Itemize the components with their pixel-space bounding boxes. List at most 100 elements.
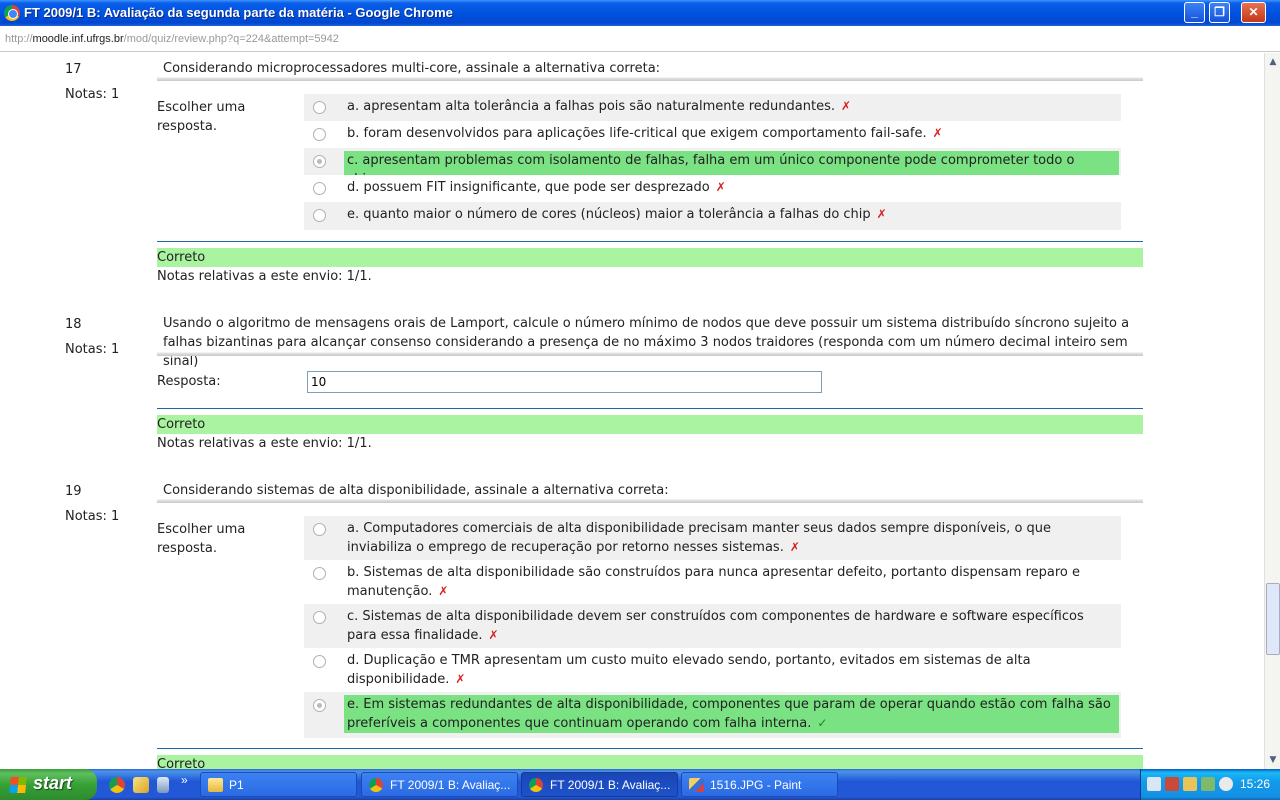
check-mark-icon: ✓ — [817, 716, 828, 730]
answer-option[interactable]: d. Duplicação e TMR apresentam um custo … — [304, 648, 1121, 692]
folder-icon — [208, 778, 223, 792]
answer-radio[interactable] — [313, 209, 326, 222]
answer-label[interactable]: a. apresentam alta tolerância a falhas p… — [344, 97, 1119, 116]
answer-text: c. Sistemas de alta disponibilidade deve… — [347, 609, 1084, 643]
task-label: FT 2009/1 B: Avaliaç... — [550, 778, 671, 792]
answer-prompt: Escolher uma resposta. — [157, 522, 246, 556]
answer-label[interactable]: b. Sistemas de alta disponibilidade são … — [344, 563, 1119, 601]
url-text[interactable]: http://moodle.inf.ufrgs.br/mod/quiz/revi… — [5, 33, 339, 45]
window-title: FT 2009/1 B: Avaliação da segunda parte … — [24, 5, 453, 20]
answer-option[interactable]: c. Sistemas de alta disponibilidade deve… — [304, 604, 1121, 648]
answer-option[interactable]: d. possuem FIT insignificante, que pode … — [304, 175, 1121, 202]
question-text: Usando o algoritmo de mensagens orais de… — [163, 316, 1130, 369]
start-label: start — [33, 773, 73, 793]
close-button[interactable]: ✕ — [1241, 2, 1266, 23]
answer-text: a. Computadores comerciais de alta dispo… — [347, 521, 1052, 555]
feedback-correct: Correto — [157, 755, 1143, 769]
chrome-icon — [4, 5, 20, 21]
restore-button[interactable]: ❐ — [1209, 2, 1230, 23]
answer-option[interactable]: a. apresentam alta tolerância a falhas p… — [304, 94, 1121, 121]
answer-option[interactable]: a. Computadores comerciais de alta dispo… — [304, 516, 1121, 560]
answer-text: b. foram desenvolvidos para aplicações l… — [347, 126, 927, 141]
task-label: P1 — [229, 778, 244, 792]
scroll-down-arrow-icon[interactable]: ▼ — [1266, 752, 1280, 768]
answer-radio[interactable] — [313, 655, 326, 668]
start-button[interactable]: start — [0, 769, 97, 800]
wrong-mark-icon: ✗ — [455, 672, 466, 686]
scroll-up-arrow-icon[interactable]: ▲ — [1266, 54, 1280, 70]
answer-text: b. Sistemas de alta disponibilidade são … — [347, 565, 1080, 599]
windows-taskbar: start » P1 FT 2009/1 B: Avaliaç... FT 20… — [0, 769, 1280, 800]
answer-text: a. apresentam alta tolerância a falhas p… — [347, 99, 835, 114]
answer-label[interactable]: b. foram desenvolvidos para aplicações l… — [344, 124, 1119, 143]
answer-radio-selected[interactable] — [313, 699, 326, 712]
answer-text: d. Duplicação e TMR apresentam um custo … — [347, 653, 1031, 687]
answer-radio[interactable] — [313, 611, 326, 624]
answer-radio-selected[interactable] — [313, 155, 326, 168]
answer-radio[interactable] — [313, 523, 326, 536]
answer-label[interactable]: a. Computadores comerciais de alta dispo… — [344, 519, 1119, 557]
scrollbar-thumb[interactable] — [1266, 583, 1280, 655]
answer-radio[interactable] — [313, 101, 326, 114]
answer-text: e. Em sistemas redundantes de alta dispo… — [347, 697, 1111, 731]
feedback-correct: Correto — [157, 415, 1143, 434]
question-number: 17 — [65, 62, 82, 77]
taskbar-item-chrome[interactable]: FT 2009/1 B: Avaliaç... — [361, 772, 518, 797]
answer-option[interactable]: e. Em sistemas redundantes de alta dispo… — [304, 692, 1121, 738]
answer-label[interactable]: d. possuem FIT insignificante, que pode … — [344, 178, 1119, 197]
answer-prompt: Escolher uma resposta. — [157, 100, 246, 134]
answer-label[interactable]: c. Sistemas de alta disponibilidade deve… — [344, 607, 1119, 645]
answer-option[interactable]: b. foram desenvolvidos para aplicações l… — [304, 121, 1121, 148]
answer-label-correct[interactable]: e. Em sistemas redundantes de alta dispo… — [344, 695, 1119, 733]
wrong-mark-icon: ✗ — [876, 207, 887, 221]
address-bar[interactable]: http://moodle.inf.ufrgs.br/mod/quiz/revi… — [0, 26, 1280, 52]
answer-input[interactable] — [307, 371, 822, 393]
question-number: 18 — [65, 317, 82, 332]
wrong-mark-icon: ✗ — [488, 628, 499, 642]
task-label: 1516.JPG - Paint — [710, 778, 802, 792]
question-grade: Notas: 1 — [65, 87, 120, 102]
winamp-quicklaunch-icon[interactable] — [133, 777, 149, 793]
feedback-divider — [157, 241, 1143, 242]
security-icon[interactable] — [1165, 777, 1179, 791]
answer-label[interactable]: d. Duplicação e TMR apresentam um custo … — [344, 651, 1119, 689]
wrong-mark-icon: ✗ — [438, 584, 449, 598]
url-path: /mod/quiz/review.php?q=224&attempt=5942 — [123, 33, 339, 45]
taskbar-item-paint[interactable]: 1516.JPG - Paint — [681, 772, 838, 797]
answer-label[interactable]: e. quanto maior o número de cores (núcle… — [344, 205, 1119, 224]
chrome-icon — [369, 778, 383, 792]
taskbar-item-chrome-active[interactable]: FT 2009/1 B: Avaliaç... — [521, 772, 678, 797]
answer-radio[interactable] — [313, 567, 326, 580]
wrong-mark-icon: ✗ — [932, 126, 943, 140]
question-divider — [157, 352, 1143, 356]
app-quicklaunch-icon[interactable] — [157, 777, 169, 793]
antivirus-icon[interactable] — [1201, 777, 1215, 791]
answer-option[interactable]: b. Sistemas de alta disponibilidade são … — [304, 560, 1121, 604]
grade-summary: Notas relativas a este envio: 1/1. — [157, 436, 372, 451]
volume-icon[interactable] — [1183, 777, 1197, 791]
network-icon[interactable] — [1147, 777, 1161, 791]
question-divider — [157, 77, 1143, 81]
answer-text: e. quanto maior o número de cores (núcle… — [347, 207, 871, 222]
wireless-icon[interactable] — [1219, 777, 1233, 791]
taskbar-item-folder[interactable]: P1 — [200, 772, 357, 797]
vertical-scrollbar[interactable]: ▲ ▼ — [1264, 53, 1280, 769]
answer-option[interactable]: c. apresentam problemas com isolamento d… — [304, 148, 1121, 189]
window-title-bar: FT 2009/1 B: Avaliação da segunda parte … — [0, 0, 1280, 26]
chrome-icon — [529, 778, 543, 792]
url-prefix: http:// — [5, 33, 33, 45]
chrome-quicklaunch-icon[interactable] — [109, 777, 125, 793]
answer-radio[interactable] — [313, 128, 326, 141]
paint-icon — [689, 778, 704, 792]
grade-summary: Notas relativas a este envio: 1/1. — [157, 269, 372, 284]
minimize-button[interactable]: _ — [1184, 2, 1205, 23]
more-quicklaunch-chevron-icon[interactable]: » — [181, 773, 188, 787]
wrong-mark-icon: ✗ — [715, 180, 726, 194]
url-host: moodle.inf.ufrgs.br — [32, 33, 124, 45]
question-number: 19 — [65, 484, 82, 499]
answer-radio[interactable] — [313, 182, 326, 195]
question-grade: Notas: 1 — [65, 342, 120, 357]
quiz-review-content: 17 Notas: 1 Considerando microprocessado… — [0, 53, 1264, 769]
clock[interactable]: 15:26 — [1240, 777, 1270, 791]
answer-option[interactable]: e. quanto maior o número de cores (núcle… — [304, 202, 1121, 230]
